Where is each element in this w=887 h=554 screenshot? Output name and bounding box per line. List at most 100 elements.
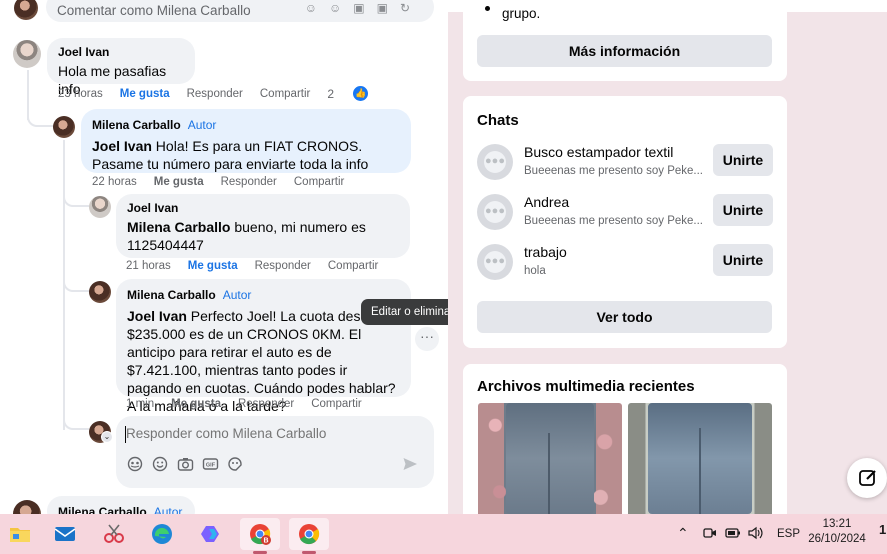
meet-now-icon[interactable] [703, 526, 717, 554]
chrome-icon [299, 524, 320, 545]
snipping-tool-button[interactable] [94, 518, 134, 550]
comment-author[interactable]: Milena Carballo [58, 505, 147, 514]
comment-author[interactable]: Joel Ivan [127, 201, 399, 215]
emoji-tools-icons: ☺☺▣▣↻ [304, 1, 422, 15]
like-button[interactable]: Me gusta [120, 88, 170, 101]
avatar[interactable] [89, 196, 111, 218]
media-thumbnail[interactable] [628, 403, 772, 514]
share-button[interactable]: Compartir [328, 260, 378, 272]
chrome-button[interactable] [289, 518, 329, 550]
edge-button[interactable] [142, 518, 182, 550]
file-explorer-button[interactable] [0, 518, 40, 550]
like-button[interactable]: Me gusta [154, 176, 204, 188]
avatar-sticker-icon[interactable] [126, 456, 144, 474]
comment-text: Milena Carballo bueno, mi numero es 1125… [127, 218, 399, 254]
gif-icon[interactable]: GIF [201, 456, 219, 474]
chevron-up-icon[interactable]: ⌃ [677, 525, 689, 554]
like-button[interactable]: Me gusta [188, 260, 238, 272]
comment-actions: 21 horas Me gusta Responder Compartir [126, 260, 395, 272]
mail-button[interactable] [45, 518, 85, 550]
comment-author[interactable]: Milena Carballo [92, 118, 181, 132]
comment-time[interactable]: 23 horas [58, 88, 103, 101]
battery-icon[interactable] [725, 527, 741, 554]
chat-icon: ●●● [477, 144, 513, 180]
avatar[interactable] [53, 116, 75, 138]
reply-button[interactable]: Responder [255, 260, 311, 272]
join-button[interactable]: Unirte [713, 194, 773, 226]
join-button[interactable]: Unirte [713, 244, 773, 276]
comment-actions: 22 horas Me gusta Responder Compartir [92, 176, 361, 188]
avatar[interactable] [13, 40, 41, 68]
comment-time[interactable]: 22 horas [92, 176, 137, 188]
avatar[interactable] [13, 500, 41, 514]
svg-text:GIF: GIF [205, 463, 215, 469]
comment-input-partial[interactable]: Comentar como Milena Carballo ☺☺▣▣↻ [46, 0, 434, 22]
jeans-seam [699, 428, 701, 514]
avatar[interactable] [89, 281, 111, 303]
mention-link[interactable]: Joel Ivan [127, 308, 187, 324]
emoji-icon[interactable] [151, 456, 169, 474]
notification-badge[interactable]: 1 [879, 522, 886, 554]
comment-bubble: Joel Ivan Hola me pasafias info [47, 38, 195, 97]
scissors-icon [104, 524, 124, 543]
comment-time[interactable]: 21 horas [126, 260, 171, 272]
see-all-button[interactable]: Ver todo [477, 301, 772, 333]
taskbar: B ⌃ ESP 13:21 26/10/2024 1 [0, 514, 887, 554]
chrome-icon: B [250, 524, 271, 545]
thread-connector [63, 414, 89, 430]
camera-icon[interactable] [176, 456, 194, 474]
reply-input[interactable] [126, 426, 416, 441]
comment-bubble: Milena Carballo Autor Joel Ivan Hola! Es … [81, 109, 411, 173]
volume-icon[interactable] [748, 526, 764, 554]
chats-title: Chats [477, 112, 519, 129]
group-info-card: grupo. Más información [463, 0, 787, 81]
new-message-button[interactable] [847, 458, 887, 498]
reply-button[interactable]: Responder [187, 88, 243, 101]
chat-item[interactable]: ●●● Andrea Bueeenas me presento soy Peke… [477, 194, 773, 234]
share-button[interactable]: Compartir [260, 88, 310, 101]
chat-name[interactable]: Busco estampador textil [524, 144, 673, 160]
more-info-button[interactable]: Más información [477, 35, 772, 67]
reaction-count[interactable]: 2 👍 [327, 86, 385, 101]
comment-author[interactable]: Joel Ivan [58, 45, 184, 59]
join-button[interactable]: Unirte [713, 144, 773, 176]
tooltip: Editar o eliminar esto [361, 299, 448, 325]
media-thumbnail[interactable] [478, 403, 622, 514]
mention-link[interactable]: Milena Carballo [127, 219, 230, 235]
chevron-down-icon[interactable]: ⌄ [101, 431, 113, 443]
share-button[interactable]: Compartir [294, 176, 344, 188]
reply-button[interactable]: Responder [238, 398, 294, 410]
mention-link[interactable]: Joel Ivan [92, 138, 152, 154]
group-text: grupo. [502, 6, 541, 21]
thread-connector [27, 100, 53, 127]
comment-bubble: Milena Carballo Autor [47, 496, 195, 514]
send-icon[interactable] [402, 456, 420, 474]
reply-box[interactable]: GIF [116, 416, 434, 488]
language-indicator[interactable]: ESP [777, 528, 800, 554]
chat-name[interactable]: trabajo [524, 244, 567, 260]
chat-item[interactable]: ●●● Busco estampador textil Bueeenas me … [477, 144, 773, 184]
chats-card: Chats ●●● Busco estampador textil Bueeen… [463, 96, 787, 348]
like-button[interactable]: Me gusta [171, 398, 221, 410]
chat-name[interactable]: Andrea [524, 194, 569, 210]
clock[interactable]: 13:21 26/10/2024 [806, 514, 868, 554]
chat-item[interactable]: ●●● trabajo hola Unirte [477, 244, 773, 284]
chrome-profile-button[interactable]: B [240, 518, 280, 550]
mail-icon [54, 527, 76, 541]
sticker-icon[interactable] [226, 456, 244, 474]
chat-preview: hola [524, 265, 546, 277]
share-button[interactable]: Compartir [311, 398, 361, 410]
clock-time: 13:21 [822, 518, 852, 530]
like-count: 2 [327, 86, 335, 101]
avatar[interactable] [14, 0, 38, 20]
comments-panel: Comentar como Milena Carballo ☺☺▣▣↻ Joel… [0, 0, 448, 514]
clock-date: 26/10/2024 [808, 533, 866, 545]
thread-connector [63, 190, 89, 207]
reply-button[interactable]: Responder [221, 176, 277, 188]
group-bullet [485, 6, 490, 11]
compose-icon [859, 470, 876, 486]
copilot-button[interactable] [191, 518, 231, 550]
comment-time[interactable]: 1 min [126, 398, 154, 410]
more-options-button[interactable]: ··· [415, 327, 439, 351]
comment-author[interactable]: Milena Carballo [127, 288, 216, 302]
